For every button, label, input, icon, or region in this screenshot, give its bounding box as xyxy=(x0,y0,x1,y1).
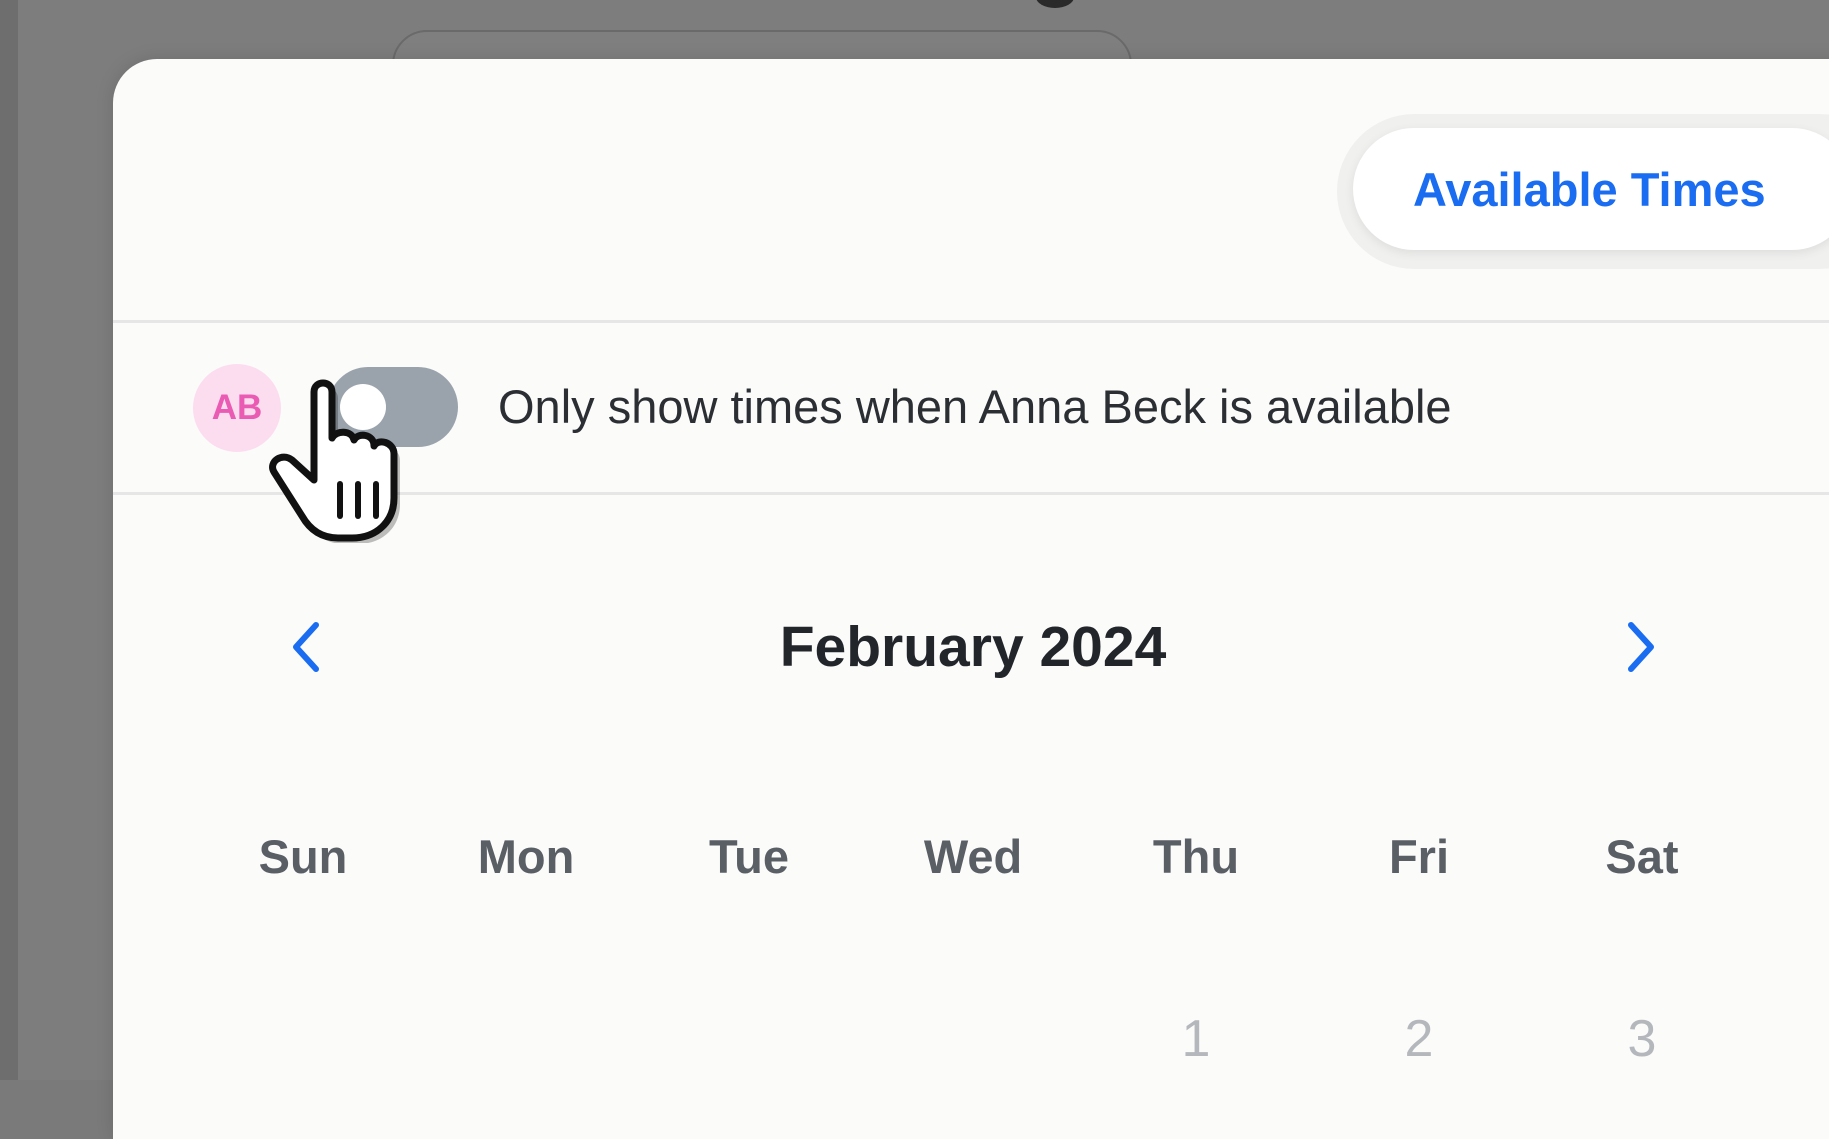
chevron-right-icon xyxy=(1628,622,1654,672)
calendar-day[interactable]: 3 xyxy=(1530,1009,1754,1069)
weekday-label: Tue xyxy=(708,830,790,883)
background-dot xyxy=(1036,0,1074,8)
weekday-label: Fri xyxy=(1388,830,1450,883)
weekday-label: Sat xyxy=(1605,830,1679,883)
weekday-label: Wed xyxy=(923,830,1023,883)
divider xyxy=(113,320,1829,323)
view-segmented-control: Available Times xyxy=(1337,114,1829,269)
weekday-header: Sun Mon Tue Wed Thu Fri Sat xyxy=(113,829,1829,889)
weekday-label: Sun xyxy=(258,830,348,883)
calendar-day[interactable]: 1 xyxy=(1084,1009,1308,1069)
weekday-label: Mon xyxy=(477,830,575,883)
calendar-day[interactable]: 2 xyxy=(1307,1009,1531,1069)
calendar-week-row: 1 2 3 xyxy=(113,1009,1829,1079)
available-times-tab[interactable]: Available Times xyxy=(1353,128,1829,250)
month-title: February 2024 xyxy=(779,615,1167,679)
weekday-label: Thu xyxy=(1152,830,1240,883)
availability-toggle-label: Only show times when Anna Beck is availa… xyxy=(498,380,1452,433)
scheduling-modal: Available Times AB Only show times when … xyxy=(113,59,1829,1139)
hand-pointer-cursor-icon xyxy=(269,379,400,543)
next-month-button[interactable] xyxy=(1606,607,1676,687)
background-sidebar-edge xyxy=(0,0,18,1080)
